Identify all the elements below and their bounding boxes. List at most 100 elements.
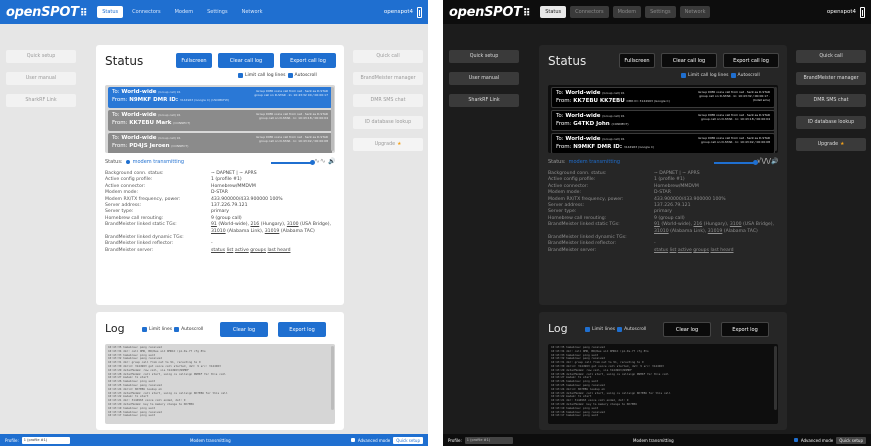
tab-connectors[interactable]: Connectors (127, 6, 165, 18)
limit-lines-checkbox[interactable] (238, 73, 243, 78)
id-database-lookup-button[interactable]: ID database lookup (796, 116, 866, 129)
export-log-button[interactable]: Export log (721, 322, 769, 337)
log-scrollbar[interactable] (331, 346, 334, 410)
dmr-sms-chat-button[interactable]: DMR SMS chat (353, 94, 423, 107)
call-log-scrollbar[interactable] (331, 87, 334, 151)
advanced-mode-checkbox[interactable] (350, 438, 355, 442)
speaker-icon[interactable]: 🔊 (328, 158, 335, 165)
profile-select[interactable]: 1 (profile #1) (21, 436, 70, 444)
log-autoscroll-checkbox[interactable] (617, 327, 623, 332)
call-entry[interactable]: To: World-wide (Group call) 91 From: KK7… (108, 110, 332, 131)
server-status-link[interactable]: status (211, 248, 225, 253)
tab-modem[interactable]: Modem (612, 6, 642, 18)
clear-call-log-button[interactable]: Clear call log (218, 53, 274, 68)
right-sidebar: Quick call BrandMeister manager DMR SMS … (353, 50, 423, 160)
autoscroll-checkbox[interactable] (730, 73, 736, 78)
tg-link[interactable]: 216 (693, 222, 702, 227)
tg-link[interactable]: 216 (250, 222, 259, 227)
battery-icon (417, 6, 422, 18)
opensplot-logo[interactable]: openSPOT⠿ (6, 5, 88, 20)
clear-log-button[interactable]: Clear log (220, 322, 268, 337)
tg-link[interactable]: 3100 (730, 222, 742, 227)
log-output[interactable]: 10:43:35 homebrew: pong received 10:43:3… (548, 344, 778, 424)
server-active-link[interactable]: active (235, 248, 249, 253)
server-active-link[interactable]: active (678, 248, 692, 253)
call-log[interactable]: To: World-wide (Group call) 91 From: KK7… (548, 85, 778, 153)
brandmeister-manager-button[interactable]: BrandMeister manager (353, 72, 423, 85)
call-entry[interactable]: To: World-wide (Group call) 91 From: N9M… (108, 87, 332, 108)
footer-quick-setup-button[interactable]: Quick setup (393, 436, 423, 444)
left-sidebar: Quick setup User manual SharkRF Link (6, 50, 76, 116)
tab-settings[interactable]: Settings (202, 6, 233, 18)
tab-network[interactable]: Network (237, 6, 268, 18)
brandmeister-manager-button[interactable]: BrandMeister manager (796, 72, 866, 85)
tg-link[interactable]: 91 (211, 222, 217, 227)
server-groups-link[interactable]: groups (693, 248, 709, 253)
export-call-log-button[interactable]: Export call log (723, 53, 779, 68)
quick-setup-button[interactable]: Quick setup (6, 50, 76, 63)
device-name: openspot4 (827, 6, 865, 18)
tab-settings[interactable]: Settings (645, 6, 676, 18)
sharkrf-link-button[interactable]: SharkRF Link (6, 94, 76, 107)
tab-network[interactable]: Network (679, 6, 711, 18)
sharkrf-link-button[interactable]: SharkRF Link (449, 94, 519, 107)
quick-setup-button[interactable]: Quick setup (449, 50, 519, 63)
speaker-icon[interactable]: 🔊 (771, 158, 778, 165)
tab-status[interactable]: Status (540, 6, 567, 18)
id-database-lookup-button[interactable]: ID database lookup (353, 116, 423, 129)
log-scrollbar[interactable] (774, 346, 777, 410)
server-groups-link[interactable]: groups (250, 248, 266, 253)
call-log-scrollbar[interactable] (774, 87, 777, 151)
call-entry[interactable]: To: World-wide (Group call) 91 From: PD4… (108, 133, 332, 153)
tg-link[interactable]: 31019 (265, 229, 280, 234)
tg-link[interactable]: 31010 (654, 229, 669, 234)
clear-log-button[interactable]: Clear log (663, 322, 711, 337)
user-manual-button[interactable]: User manual (449, 72, 519, 85)
star-icon: ★ (840, 142, 845, 147)
footer-quick-setup-button[interactable]: Quick setup (836, 436, 866, 444)
footer-bar: Profile: 1 (profile #1) Modem transmitti… (443, 434, 871, 446)
tg-link[interactable]: 31019 (708, 229, 723, 234)
advanced-mode-label: Advanced mode (357, 437, 391, 443)
volume-slider[interactable] (714, 160, 758, 165)
call-entry[interactable]: To: World-wide (Group call) 91 From: KK7… (551, 87, 775, 108)
upgrade-button[interactable]: Upgrade ★ (796, 138, 866, 151)
fullscreen-button[interactable]: Fullscreen (176, 53, 212, 68)
server-row: BrandMeister server: status list active … (105, 247, 291, 253)
tg-link[interactable]: 3100 (287, 222, 299, 227)
log-limit-lines-checkbox[interactable] (142, 327, 147, 332)
log-title: Log (548, 322, 568, 335)
limit-lines-checkbox[interactable] (681, 73, 686, 78)
log-panel: Log Limit lines Autoscroll Clear log Exp… (96, 312, 344, 430)
fullscreen-button[interactable]: Fullscreen (619, 53, 655, 68)
call-entry[interactable]: To: World-wide (Group call) 91 From: G4T… (551, 110, 775, 131)
advanced-mode-checkbox[interactable] (793, 438, 798, 442)
user-manual-button[interactable]: User manual (6, 72, 76, 85)
log-autoscroll-checkbox[interactable] (174, 327, 180, 332)
tab-connectors[interactable]: Connectors (570, 6, 609, 18)
export-log-button[interactable]: Export log (278, 322, 326, 337)
server-list-link[interactable]: list (670, 248, 677, 253)
autoscroll-checkbox[interactable] (287, 73, 293, 78)
call-entry[interactable]: To: World-wide (Group call) 91 From: N9M… (551, 133, 775, 153)
log-output[interactable]: 10:43:35 homebrew: pong received 10:43:3… (105, 344, 335, 424)
tab-modem[interactable]: Modem (170, 6, 199, 18)
tg-link[interactable]: 31010 (211, 229, 226, 234)
clear-call-log-button[interactable]: Clear call log (661, 53, 717, 68)
server-last-heard-link[interactable]: last heard (267, 248, 290, 253)
log-limit-lines-checkbox[interactable] (585, 327, 590, 332)
quick-call-button[interactable]: Quick call (353, 50, 423, 63)
dmr-sms-chat-button[interactable]: DMR SMS chat (796, 94, 866, 107)
server-last-heard-link[interactable]: last heard (710, 248, 733, 253)
profile-select[interactable]: 1 (profile #1) (464, 436, 513, 444)
tab-status[interactable]: Status (97, 6, 124, 18)
export-call-log-button[interactable]: Export call log (280, 53, 336, 68)
server-status-link[interactable]: status (654, 248, 668, 253)
quick-call-button[interactable]: Quick call (796, 50, 866, 63)
upgrade-button[interactable]: Upgrade ★ (353, 138, 423, 151)
call-log[interactable]: To: World-wide (Group call) 91 From: N9M… (105, 85, 335, 153)
tg-link[interactable]: 91 (654, 222, 660, 227)
volume-slider[interactable] (271, 160, 315, 165)
server-list-link[interactable]: list (227, 248, 234, 253)
opensplot-logo[interactable]: openSPOT⠿ (449, 5, 531, 20)
